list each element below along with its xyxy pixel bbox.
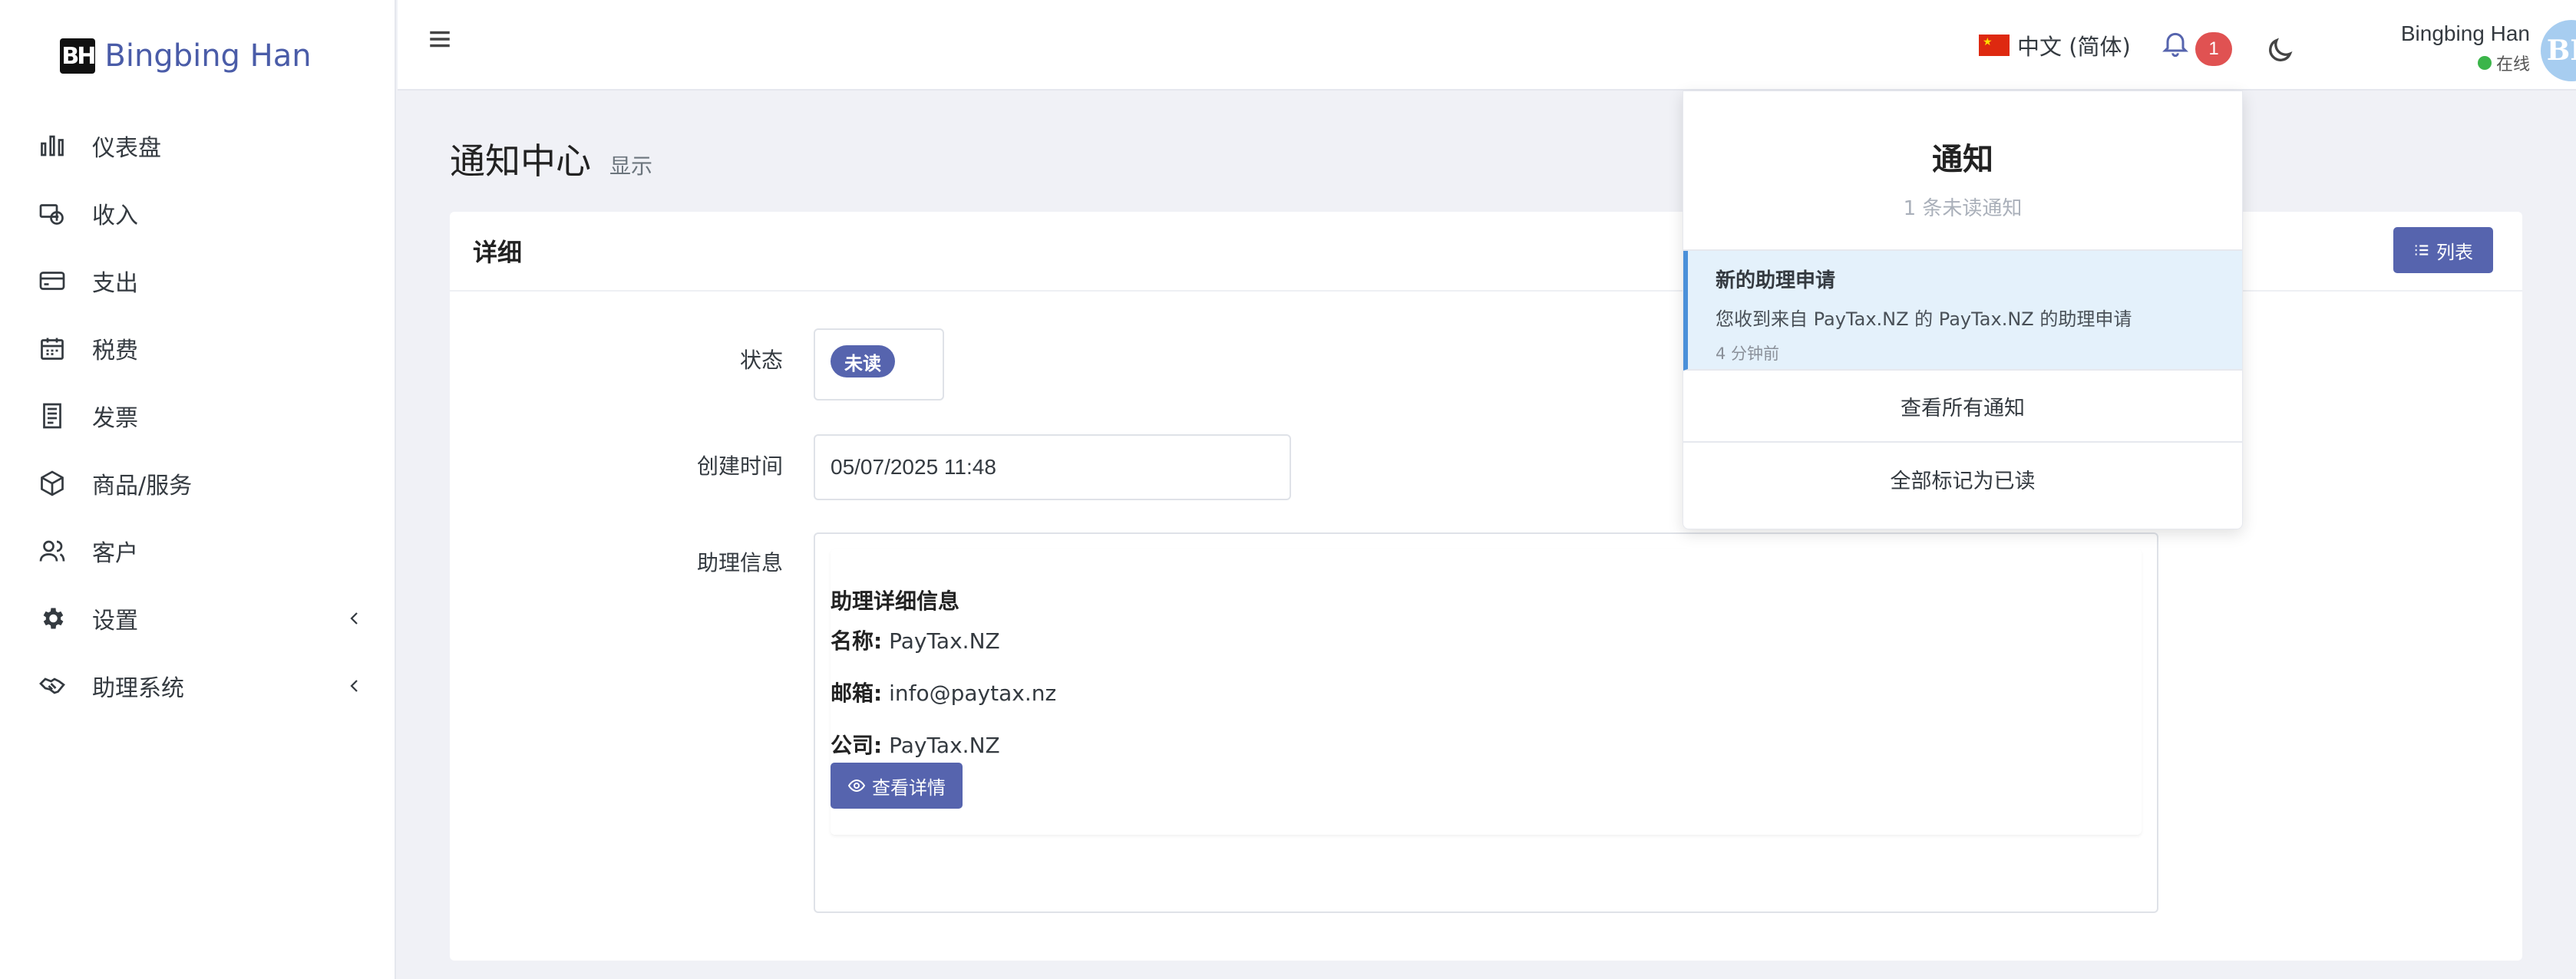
notification-item-time: 4 分钟前 <box>1716 344 1780 363</box>
assistant-info-box: 助理详细信息 名称: PayTax.NZ 邮箱: info@paytax.nz … <box>814 532 2158 913</box>
sidebar-item-label: 税费 <box>92 338 138 364</box>
language-label: 中文 (简体) <box>2017 34 2131 60</box>
assistant-email-label: 邮箱: <box>831 681 883 706</box>
notification-item-title: 新的助理申请 <box>1716 269 1836 292</box>
assistant-info-title: 助理详细信息 <box>831 588 960 614</box>
assistant-email-row: 邮箱: info@paytax.nz <box>831 677 1056 707</box>
sidebar-item-customers[interactable]: 客户 <box>0 517 395 585</box>
online-dot-icon <box>2477 56 2492 70</box>
assistant-email-value: info@paytax.nz <box>889 681 1057 706</box>
users-icon <box>35 534 69 568</box>
sidebar: BH Bingbing Han 仪表盘 收入 支出 税费 发票 商品/服务 客户… <box>0 0 396 979</box>
gear-icon <box>35 602 69 635</box>
notification-dropdown: 通知 1 条未读通知 新的助理申请 您收到来自 PayTax.NZ 的 PayT… <box>1683 91 2243 529</box>
moon-icon[interactable] <box>2264 35 2295 66</box>
assistant-info-panel: 助理详细信息 名称: PayTax.NZ 邮箱: info@paytax.nz … <box>831 549 2142 835</box>
sidebar-item-label: 支出 <box>92 270 138 297</box>
user-status: 在线 <box>2340 51 2530 75</box>
income-icon <box>35 196 69 230</box>
box-icon <box>35 466 69 500</box>
user-status-label: 在线 <box>2495 55 2530 74</box>
status-label: 状态 <box>739 348 783 373</box>
mark-all-read-link[interactable]: 全部标记为已读 <box>1683 443 2242 515</box>
page-title: 通知中心 <box>450 140 591 182</box>
china-flag-icon <box>1979 35 2010 56</box>
page-subtitle: 显示 <box>609 153 653 179</box>
notification-title: 通知 <box>1932 142 1993 177</box>
brand-name: Bingbing Han <box>104 38 312 74</box>
chevron-left-icon <box>350 612 358 625</box>
assistant-info-label: 助理信息 <box>696 550 783 575</box>
bell-icon[interactable] <box>2160 26 2191 60</box>
assistant-name-row: 名称: PayTax.NZ <box>831 625 1000 655</box>
receipt-icon <box>35 399 69 433</box>
assistant-company-value: PayTax.NZ <box>889 733 1000 758</box>
eye-icon <box>847 779 866 793</box>
view-details-button[interactable]: 查看详情 <box>831 763 963 809</box>
credit-card-icon <box>35 264 69 298</box>
user-name: Bingbing Han <box>2400 21 2530 45</box>
notification-item[interactable]: 新的助理申请 您收到来自 PayTax.NZ 的 PayTax.NZ 的助理申请… <box>1683 251 2242 371</box>
list-icon <box>2415 245 2429 255</box>
list-button-label: 列表 <box>2436 241 2473 263</box>
notification-item-message: 您收到来自 PayTax.NZ 的 PayTax.NZ 的助理申请 <box>1716 308 2132 330</box>
assistant-name-value: PayTax.NZ <box>889 628 1000 654</box>
sidebar-item-dashboard[interactable]: 仪表盘 <box>0 112 395 180</box>
sidebar-item-settings[interactable]: 设置 <box>0 585 395 652</box>
assistant-name-label: 名称: <box>831 628 883 654</box>
avatar[interactable]: BH <box>2541 20 2576 81</box>
sidebar-item-products[interactable]: 商品/服务 <box>0 450 395 517</box>
sidebar-nav: 仪表盘 收入 支出 税费 发票 商品/服务 客户 设置 助理系统 <box>0 112 395 720</box>
sidebar-item-expense[interactable]: 支出 <box>0 247 395 315</box>
hamburger-menu-icon[interactable] <box>427 26 453 52</box>
sidebar-item-label: 助理系统 <box>92 675 184 702</box>
calendar-icon <box>35 331 69 365</box>
created-time-field: 05/07/2025 11:48 <box>814 434 1291 500</box>
notification-count-badge[interactable]: 1 <box>2195 32 2232 66</box>
brand-logo: BH <box>60 38 96 74</box>
view-details-label: 查看详情 <box>872 776 946 799</box>
sidebar-item-income[interactable]: 收入 <box>0 180 395 247</box>
created-time-label: 创建时间 <box>696 453 783 479</box>
user-menu[interactable]: Bingbing Han 在线 <box>2340 21 2530 75</box>
sidebar-item-invoice[interactable]: 发票 <box>0 382 395 450</box>
sidebar-item-label: 发票 <box>92 405 138 432</box>
status-badge: 未读 <box>831 345 895 377</box>
top-bar: 中文 (简体) 1 Bingbing Han 在线 BH <box>398 0 2576 91</box>
handshake-icon <box>35 669 69 703</box>
sidebar-item-assistant[interactable]: 助理系统 <box>0 652 395 720</box>
card-title: 详细 <box>473 238 523 267</box>
sidebar-item-label: 设置 <box>92 608 138 635</box>
chevron-left-icon <box>350 680 358 692</box>
sidebar-item-label: 商品/服务 <box>92 473 193 499</box>
assistant-company-label: 公司: <box>831 733 883 758</box>
sidebar-item-tax[interactable]: 税费 <box>0 315 395 382</box>
assistant-company-row: 公司: PayTax.NZ <box>831 729 1000 760</box>
brand[interactable]: BH Bingbing Han <box>0 0 395 112</box>
status-field: 未读 <box>814 328 944 400</box>
list-button[interactable]: 列表 <box>2393 227 2493 273</box>
notification-unread-count: 1 条未读通知 <box>1903 197 2023 220</box>
view-all-notifications-link[interactable]: 查看所有通知 <box>1683 371 2242 443</box>
sidebar-item-label: 收入 <box>92 203 138 229</box>
sidebar-item-label: 仪表盘 <box>92 135 161 162</box>
notification-header: 通知 1 条未读通知 <box>1683 91 2242 251</box>
sidebar-item-label: 客户 <box>92 540 138 567</box>
page-title-group: 通知中心 显示 <box>450 134 652 184</box>
language-selector[interactable]: 中文 (简体) <box>1979 29 2131 61</box>
bar-chart-icon <box>35 129 69 163</box>
